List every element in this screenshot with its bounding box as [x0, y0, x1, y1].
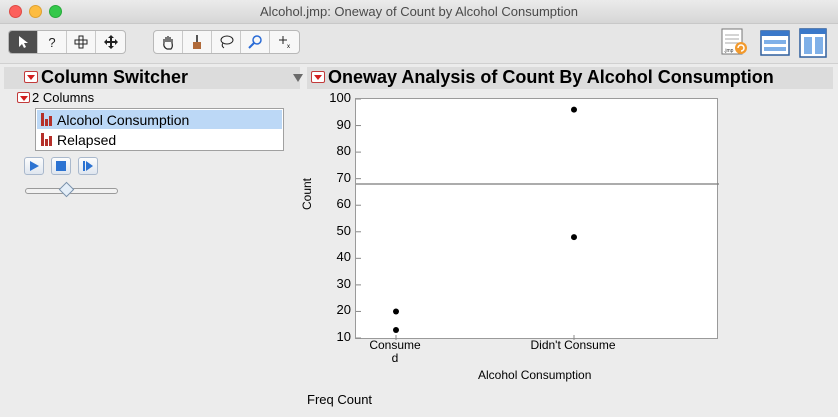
lasso-tool[interactable] — [212, 31, 241, 53]
x-category-label: Consume d — [335, 339, 455, 365]
help-tool[interactable]: ? — [38, 31, 67, 53]
columns-menu-button[interactable] — [17, 92, 30, 103]
annotate-tool[interactable]: x — [270, 31, 299, 53]
hand-tool[interactable] — [154, 31, 183, 53]
y-tick-label: 90 — [336, 116, 351, 132]
column-item-label: Relapsed — [57, 131, 117, 148]
magnifier-icon — [248, 35, 262, 49]
play-icon — [30, 161, 39, 171]
brush-tool[interactable] — [183, 31, 212, 53]
oneway-plot[interactable] — [355, 98, 719, 340]
y-tick-label: 70 — [336, 169, 351, 185]
arrow-icon — [19, 36, 28, 48]
x-category-label: Didn't Consume — [513, 339, 633, 352]
x-category-label-line: d — [391, 351, 399, 365]
column-switcher-menu-button[interactable] — [24, 71, 38, 83]
lasso-icon — [220, 35, 233, 49]
window-title: Alcohol.jmp: Oneway of Count by Alcohol … — [260, 4, 578, 19]
stop-button[interactable] — [51, 157, 71, 175]
help-icon: ? — [48, 34, 56, 50]
switch-speed-slider-thumb[interactable] — [58, 181, 75, 198]
title-bar: Alcohol.jmp: Oneway of Count by Alcohol … — [0, 0, 838, 24]
panel-layout-icon[interactable] — [796, 26, 830, 60]
y-tick-label: 50 — [336, 222, 351, 238]
crosshair-tool[interactable] — [67, 31, 96, 53]
column-item-label: Alcohol Consumption — [57, 111, 190, 128]
plot-canvas — [356, 98, 719, 340]
app-window: Alcohol.jmp: Oneway of Count by Alcohol … — [0, 0, 838, 417]
y-tick-label: 80 — [336, 143, 351, 159]
tool-group-advanced: x — [153, 30, 300, 54]
oneway-disclosure[interactable] — [293, 74, 303, 82]
x-axis-title: Alcohol Consumption — [478, 368, 592, 382]
play-button[interactable] — [24, 157, 44, 175]
svg-text:.jmp: .jmp — [724, 48, 734, 54]
data-table-icon[interactable]: .jmp — [718, 26, 752, 60]
y-tick-label: 100 — [329, 90, 351, 105]
columns-count-label: 2 Columns — [32, 90, 95, 105]
data-point[interactable] — [571, 106, 577, 113]
tool-group-basic: ? — [8, 30, 126, 54]
column-item-relapsed[interactable]: Relapsed — [37, 130, 282, 149]
y-axis-title: Count — [300, 177, 314, 210]
window-layout-icon[interactable] — [758, 26, 792, 60]
y-tick-label: 20 — [336, 302, 351, 318]
data-point[interactable] — [571, 234, 577, 241]
x-category-label-line: Didn't Consume — [530, 338, 616, 352]
y-tick-label: 30 — [336, 275, 351, 291]
freq-count-label: Freq Count — [307, 392, 373, 407]
magnifier-tool[interactable] — [241, 31, 270, 53]
hand-icon — [163, 35, 173, 50]
oneway-menu-button[interactable] — [311, 71, 325, 83]
move-icon — [103, 35, 118, 49]
oneway-title: Oneway Analysis of Count By Alcohol Cons… — [328, 67, 774, 87]
annotate-icon: x — [278, 36, 290, 49]
step-icon — [83, 161, 93, 171]
data-point[interactable] — [393, 308, 399, 315]
move-tool[interactable] — [96, 31, 125, 53]
y-tick-label: 40 — [336, 249, 351, 265]
crosshair-icon — [74, 35, 88, 49]
column-item-alcohol-consumption[interactable]: Alcohol Consumption — [37, 110, 282, 129]
step-button[interactable] — [78, 157, 98, 175]
arrow-tool[interactable] — [9, 31, 38, 53]
continuous-column-icon — [41, 113, 53, 126]
column-list[interactable]: Alcohol Consumption Relapsed — [35, 108, 284, 151]
column-switcher-title: Column Switcher — [41, 67, 189, 87]
data-point[interactable] — [393, 327, 399, 334]
svg-text:x: x — [287, 44, 290, 49]
toolbar: ? x .jmp — [0, 24, 838, 64]
brush-icon — [193, 34, 201, 49]
stop-icon — [56, 161, 66, 171]
y-tick-label: 60 — [336, 196, 351, 212]
continuous-column-icon — [41, 133, 53, 146]
